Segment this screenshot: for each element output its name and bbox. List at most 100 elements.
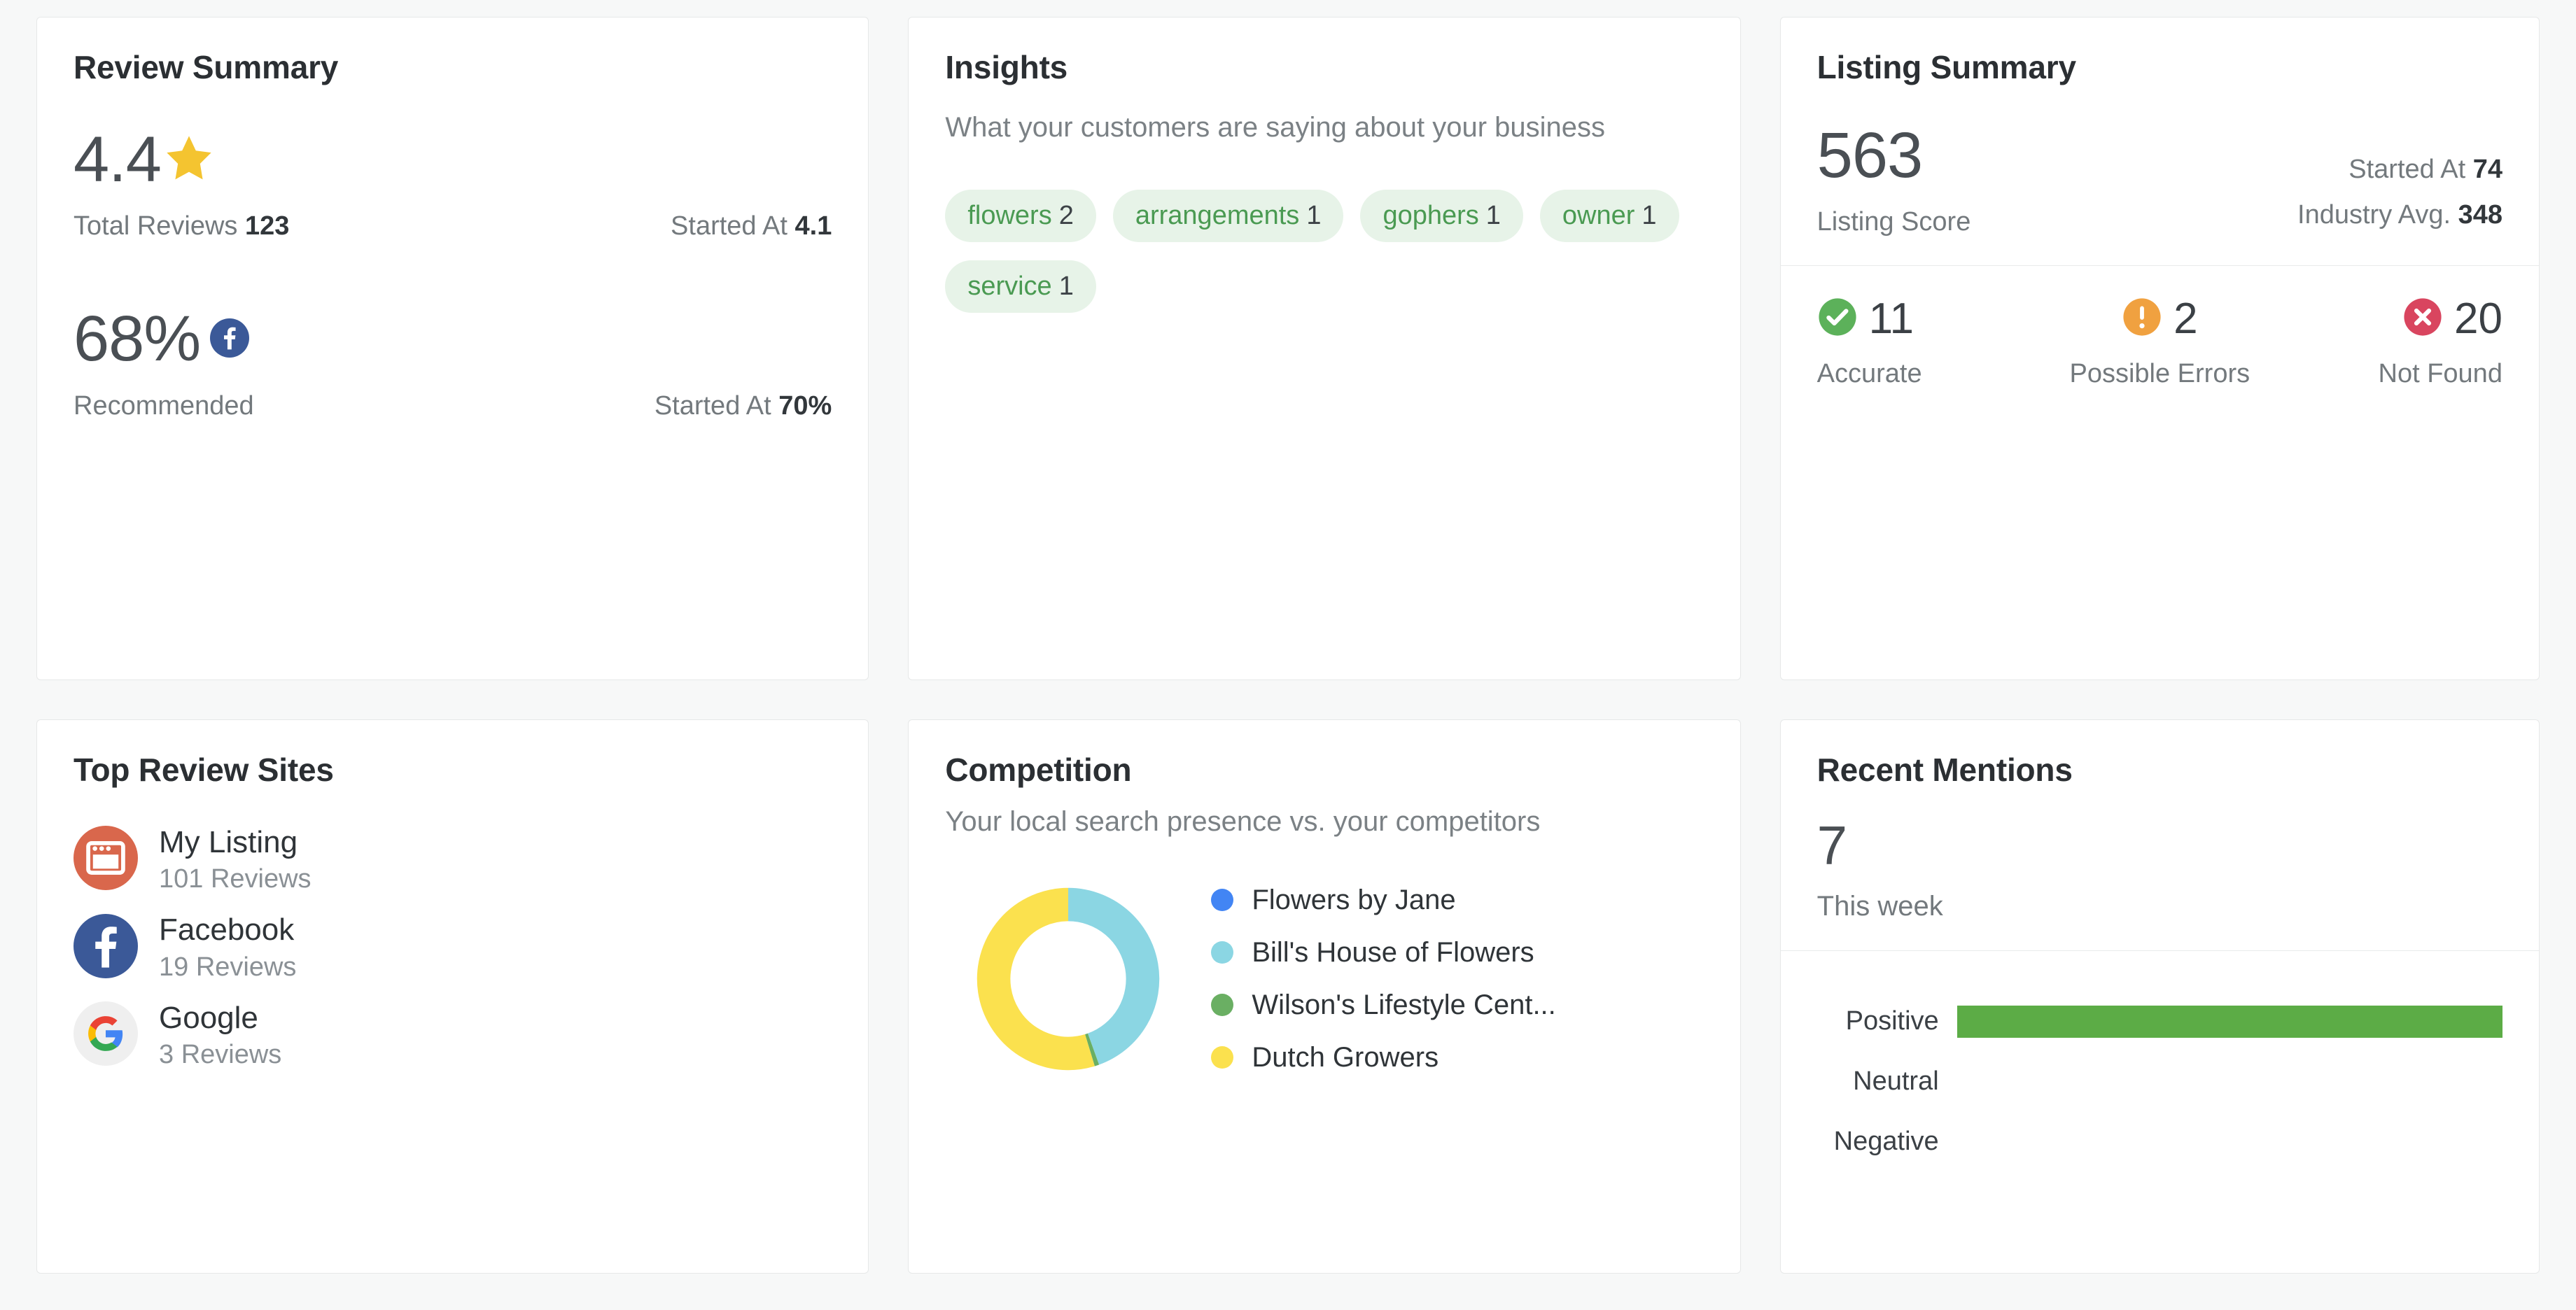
total-reviews: Total Reviews 123: [74, 211, 289, 241]
insight-tag-label: flowers: [967, 201, 1052, 230]
legend-color-dot: [1211, 994, 1234, 1017]
recommended-metric: 68% Recommended Started At 70%: [74, 303, 832, 421]
my-listing-icon: [74, 825, 138, 894]
dashboard-row-bottom: Top Review Sites My Listing 101 Reviews Fa…: [36, 719, 2540, 1274]
competition-title: Competition: [945, 751, 1132, 788]
review-site-list: My Listing 101 Reviews Facebook 19 Reviews G…: [74, 825, 832, 1071]
review-summary-title: Review Summary: [74, 49, 339, 85]
sentiment-bar-track: [1956, 1005, 2502, 1038]
review-site-name: Facebook: [159, 913, 295, 948]
legend-label: Bill's House of Flowers: [1252, 936, 1534, 968]
review-site-item[interactable]: Facebook 19 Reviews: [74, 913, 832, 982]
insight-tag-count: 1: [1306, 201, 1322, 230]
listing-summary-card: Listing Summary 563 Listing Score Starte…: [1779, 17, 2540, 680]
insight-tag-label: service: [967, 272, 1052, 301]
listing-status-label: Not Found: [2378, 359, 2502, 389]
recent-mentions-card: Recent Mentions 7 This week Positive Neut…: [1779, 719, 2540, 1274]
insight-tag[interactable]: gophers 1: [1360, 190, 1523, 242]
competition-legend: Flowers by Jane Bill's House of Flowers Wi…: [1211, 885, 1556, 1073]
competition-legend-item[interactable]: Bill's House of Flowers: [1211, 937, 1555, 969]
donut-segment: [1068, 887, 1160, 1065]
listing-score-label: Listing Score: [1816, 207, 1971, 237]
listing-status-cell: 2 Possible Errors: [2045, 297, 2274, 389]
review-site-count: 19 Reviews: [159, 952, 297, 982]
sentiment-bar-row: Negative: [1817, 1112, 2502, 1172]
recent-mentions-count: 7: [1816, 814, 1848, 876]
legend-color-dot: [1211, 1046, 1234, 1069]
listing-status-label: Accurate: [1816, 359, 1922, 389]
rating-value: 4.4: [74, 124, 162, 195]
dashboard-page: Review Summary 4.4 Total Reviews 123 Sta…: [0, 0, 2576, 1310]
rating-started-label: Started At: [671, 211, 788, 241]
check-circle-icon: [1817, 297, 1858, 341]
review-site-count: 3 Reviews: [159, 1040, 282, 1070]
recommend-started-value: 70%: [778, 390, 832, 421]
insight-tag-count: 1: [1058, 272, 1074, 301]
insight-tag[interactable]: service 1: [945, 260, 1096, 313]
insights-tag-list: flowers 2 arrangements 1 gophers 1 owner 1 servi…: [945, 190, 1703, 313]
sentiment-bar-track: [1957, 1066, 2502, 1098]
donut-segment: [1085, 1033, 1100, 1066]
legend-label: Dutch Growers: [1252, 1041, 1439, 1073]
insight-tag[interactable]: arrangements 1: [1112, 190, 1344, 242]
listing-industry-label: Industry Avg.: [2297, 199, 2451, 230]
top-review-sites-card: Top Review Sites My Listing 101 Reviews Fa…: [36, 719, 869, 1274]
star-icon: [162, 132, 216, 188]
listing-started-label: Started At: [2348, 155, 2466, 185]
listing-score-block: 563 Listing Score: [1816, 120, 1971, 237]
legend-label: Flowers by Jane: [1252, 884, 1456, 915]
total-reviews-value: 123: [244, 211, 290, 241]
sentiment-bar-label: Neutral: [1853, 1066, 1939, 1097]
rating-metric: 4.4 Total Reviews 123 Started At 4.1: [74, 124, 832, 241]
facebook-icon: [210, 318, 250, 361]
total-reviews-label: Total Reviews: [74, 211, 238, 241]
recommend-started-label: Started At: [654, 390, 771, 421]
listing-status-row: 11 Accurate 2 Possible Errors 20 Not Found: [1781, 266, 2539, 389]
rating-started-value: 4.1: [794, 211, 832, 241]
sentiment-bar-row: Neutral: [1817, 1052, 2502, 1112]
listing-score-value: 563: [1816, 120, 1923, 191]
sentiment-bar-chart: Positive Neutral Negative: [1781, 951, 2539, 1172]
sentiment-bar-fill: [1956, 1005, 2502, 1038]
legend-color-dot: [1211, 889, 1234, 912]
insights-card: Insights What your customers are saying …: [908, 17, 1741, 680]
listing-status-cell: 20 Not Found: [2274, 297, 2502, 389]
top-review-sites-title: Top Review Sites: [74, 751, 334, 788]
review-site-count: 101 Reviews: [159, 864, 312, 894]
listing-comparison-block: Started At 74 Industry Avg. 348: [2297, 147, 2502, 237]
insights-subtitle: What your customers are saying about you…: [945, 112, 1606, 143]
review-site-name: Google: [159, 1000, 258, 1035]
sentiment-bar-label: Positive: [1845, 1006, 1939, 1036]
listing-status-label: Possible Errors: [2069, 359, 2250, 389]
insight-tag-count: 2: [1058, 201, 1074, 230]
insight-tag[interactable]: flowers 2: [945, 190, 1096, 242]
facebook-icon: [74, 913, 138, 982]
insight-tag-count: 1: [1485, 201, 1501, 230]
sentiment-bar-row: Positive: [1817, 992, 2502, 1052]
competition-legend-item[interactable]: Dutch Growers: [1211, 1042, 1555, 1073]
recommend-percent: 68%: [74, 303, 201, 375]
recent-mentions-title: Recent Mentions: [1816, 751, 2073, 788]
insight-tag-count: 1: [1642, 201, 1657, 230]
competition-legend-item[interactable]: Wilson's Lifestyle Cent...: [1211, 989, 1556, 1021]
sentiment-bar-label: Negative: [1833, 1127, 1939, 1157]
warning-circle-icon: [2122, 297, 2162, 341]
listing-status-value: 11: [1868, 294, 1914, 343]
review-site-name: My Listing: [159, 824, 298, 859]
insight-tag-label: arrangements: [1135, 201, 1300, 230]
listing-status-value: 2: [2174, 294, 2198, 343]
review-site-item[interactable]: My Listing 101 Reviews: [74, 825, 832, 895]
listing-started-at: Started At 74: [2297, 147, 2502, 192]
sentiment-bar-track: [1957, 1126, 2502, 1158]
google-icon: [74, 1001, 138, 1069]
insight-tag-label: owner: [1562, 201, 1635, 230]
dashboard-row-top: Review Summary 4.4 Total Reviews 123 Sta…: [36, 17, 2540, 680]
recommend-started-at: Started At 70%: [654, 391, 832, 421]
insight-tag[interactable]: owner 1: [1539, 190, 1679, 242]
donut-segment: [977, 887, 1096, 1070]
competition-legend-item[interactable]: Flowers by Jane: [1211, 885, 1555, 916]
insight-tag-label: gophers: [1382, 201, 1479, 230]
review-site-item[interactable]: Google 3 Reviews: [74, 1001, 832, 1071]
competition-subtitle: Your local search presence vs. your comp…: [945, 805, 1541, 837]
insights-title: Insights: [945, 49, 1068, 85]
